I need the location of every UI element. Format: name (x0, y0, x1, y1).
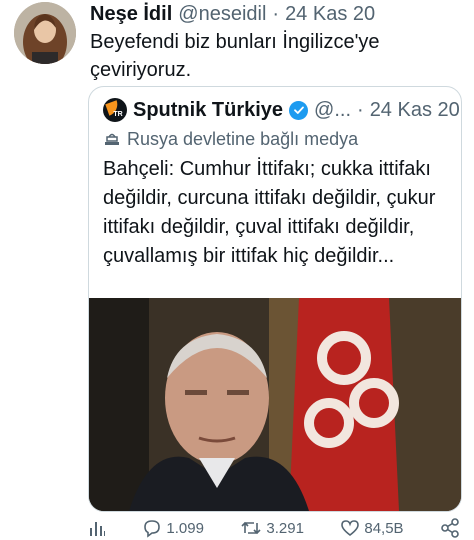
analytics-button[interactable] (88, 519, 106, 537)
like-count: 84,5B (364, 519, 404, 537)
heart-icon (341, 520, 360, 537)
state-media-label-text: Rusya devletine bağlı medya (127, 128, 359, 149)
author-name[interactable]: Neşe İdil (90, 3, 172, 26)
state-media-icon (105, 133, 119, 145)
retweet-button[interactable]: 3.291 (240, 518, 304, 538)
sputnik-logo-icon: TR (103, 98, 127, 122)
quote-header: TR Sputnik Türkiye @... · 24 Kas 20 (103, 97, 460, 123)
analytics-icon (90, 522, 105, 536)
politician-photo (89, 298, 461, 511)
author-handle[interactable]: @neseidil (178, 3, 266, 26)
quote-photo[interactable] (89, 298, 461, 511)
sputnik-logo-text: TR (113, 110, 123, 118)
quoted-tweet[interactable]: TR Sputnik Türkiye @... · 24 Kas 20 Rusy… (88, 86, 462, 512)
quote-date[interactable]: 24 Kas 20 (370, 99, 460, 122)
avatar-photo (14, 2, 76, 64)
share-button[interactable] (440, 518, 460, 538)
quote-author-name[interactable]: Sputnik Türkiye (133, 99, 283, 122)
reply-icon (144, 520, 161, 538)
retweet-icon (241, 521, 261, 535)
share-icon (441, 518, 459, 538)
like-button[interactable]: 84,5B (340, 518, 404, 538)
tweet-text: Beyefendi biz bunları İngilizce'ye çevir… (90, 31, 380, 81)
author-avatar[interactable] (14, 2, 76, 64)
reply-button[interactable]: 1.099 (142, 518, 204, 538)
tweet-header: Neşe İdil @neseidil · 24 Kas 20 (90, 2, 375, 26)
state-media-label[interactable]: Rusya devletine bağlı medya (103, 127, 358, 151)
tweet-date[interactable]: 24 Kas 20 (285, 3, 375, 26)
header-separator: · (272, 2, 280, 25)
quote-author-handle[interactable]: @... (314, 99, 351, 122)
retweet-count: 3.291 (266, 519, 304, 537)
quote-text: Bahçeli: Cumhur İttifakı; cukka ittifakı… (103, 158, 436, 267)
quote-header-separator: · (357, 98, 364, 121)
verified-badge-icon (289, 100, 309, 120)
tweet-actions: 1.099 3.291 84,5B (88, 516, 460, 540)
reply-count: 1.099 (166, 519, 204, 537)
